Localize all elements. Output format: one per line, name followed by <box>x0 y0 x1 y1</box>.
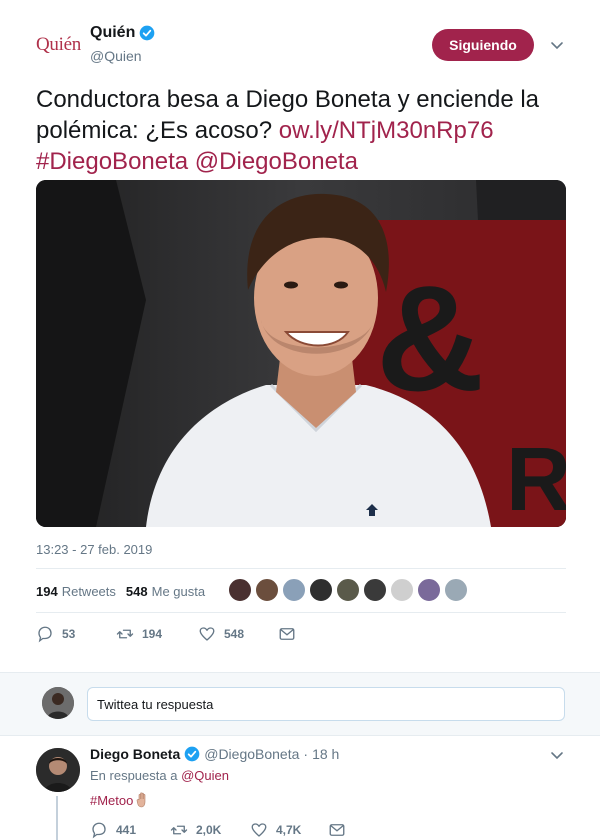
in-reply-to: En respuesta a @Quien <box>90 768 229 783</box>
heart-icon <box>199 627 215 641</box>
envelope-icon <box>329 824 345 836</box>
reply-action[interactable]: 441 <box>90 821 170 839</box>
liker-avatar[interactable] <box>282 578 306 602</box>
reply-count: 441 <box>116 823 137 837</box>
tweet-text: Conductora besa a Diego Boneta y enciend… <box>36 84 576 177</box>
likes-stat[interactable]: 548 Me gusta <box>126 584 205 599</box>
reply-composer <box>0 672 600 736</box>
liker-avatar[interactable] <box>363 578 387 602</box>
liker-avatar[interactable] <box>228 578 252 602</box>
thread-line <box>56 796 58 840</box>
retweet-icon <box>170 825 188 835</box>
author-avatar-logo[interactable]: Quién <box>36 34 81 56</box>
tweet-link[interactable]: ow.ly/NTjM30nRp76 <box>279 117 494 144</box>
message-action[interactable] <box>328 821 346 839</box>
divider <box>36 568 566 569</box>
verified-badge-icon <box>140 25 155 41</box>
reply-input[interactable] <box>87 687 565 721</box>
following-button[interactable]: Siguiendo <box>432 29 534 61</box>
chevron-down-icon[interactable] <box>550 38 564 52</box>
reply-header: Diego Boneta @DiegoBoneta · 18 h <box>90 746 339 762</box>
reply-icon <box>38 626 52 643</box>
retweet-count: 194 <box>142 627 163 641</box>
reply-icon <box>92 822 106 839</box>
like-action[interactable]: 548 <box>198 625 278 643</box>
reply-count: 53 <box>62 627 76 641</box>
author-name[interactable]: Quién <box>90 24 135 42</box>
metoo-hashtag-link[interactable]: #Metoo <box>90 793 133 808</box>
retweets-stat[interactable]: 194 Retweets <box>36 584 116 599</box>
message-action[interactable] <box>278 625 296 643</box>
likes-label: Me gusta <box>151 583 206 599</box>
liker-avatar[interactable] <box>336 578 360 602</box>
liker-avatars <box>228 578 468 602</box>
reply-action[interactable]: 53 <box>36 625 116 643</box>
tweet-actions: 53 194 548 <box>36 624 296 644</box>
in-reply-handle-link[interactable]: @Quien <box>181 768 229 783</box>
svg-text:R: R <box>506 430 566 527</box>
envelope-icon <box>279 628 295 640</box>
retweet-count: 2,0K <box>196 823 222 837</box>
mention-link[interactable]: @DiegoBoneta <box>195 148 358 175</box>
liker-avatar[interactable] <box>417 578 441 602</box>
likes-count: 548 <box>125 583 148 599</box>
raised-hand-emoji-icon <box>137 792 146 808</box>
author-name-row[interactable]: Quién <box>90 24 155 42</box>
liker-avatar[interactable] <box>390 578 414 602</box>
retweet-action[interactable]: 194 <box>116 625 198 643</box>
reply-author-handle[interactable]: @DiegoBoneta <box>204 746 299 762</box>
like-action[interactable]: 4,7K <box>250 821 328 839</box>
chevron-down-icon[interactable] <box>550 748 564 762</box>
tweet-photo[interactable]: & R <box>36 180 566 527</box>
in-reply-prefix: En respuesta a <box>90 768 178 783</box>
divider <box>36 612 566 613</box>
liker-avatar[interactable] <box>255 578 279 602</box>
user-avatar[interactable] <box>42 687 74 719</box>
hashtag-link[interactable]: #DiegoBoneta <box>36 148 188 175</box>
retweets-count: 194 <box>36 583 58 599</box>
reply-text: #Metoo <box>90 792 150 808</box>
like-count: 4,7K <box>276 823 302 837</box>
tweet-timestamp[interactable]: 13:23 - 27 feb. 2019 <box>36 542 152 557</box>
reply-actions: 441 2,0K 4,7K <box>90 820 346 840</box>
reply-time[interactable]: 18 h <box>312 746 339 762</box>
reply-author-name[interactable]: Diego Boneta <box>90 746 180 762</box>
tweet-stats: 194 Retweets 548 Me gusta <box>36 582 205 600</box>
retweets-label: Retweets <box>61 583 116 599</box>
reply-author-avatar[interactable] <box>36 748 80 792</box>
heart-icon <box>251 823 267 837</box>
separator-dot: · <box>303 746 309 762</box>
verified-badge-icon <box>184 746 200 762</box>
tweet-header: Quién Quién @Quien Siguiendo <box>0 0 600 78</box>
retweet-icon <box>116 629 134 639</box>
author-handle[interactable]: @Quien <box>90 48 142 64</box>
like-count: 548 <box>224 627 245 641</box>
retweet-action[interactable]: 2,0K <box>170 821 250 839</box>
photo-image: & R <box>36 180 566 527</box>
liker-avatar[interactable] <box>309 578 333 602</box>
liker-avatar[interactable] <box>444 578 468 602</box>
